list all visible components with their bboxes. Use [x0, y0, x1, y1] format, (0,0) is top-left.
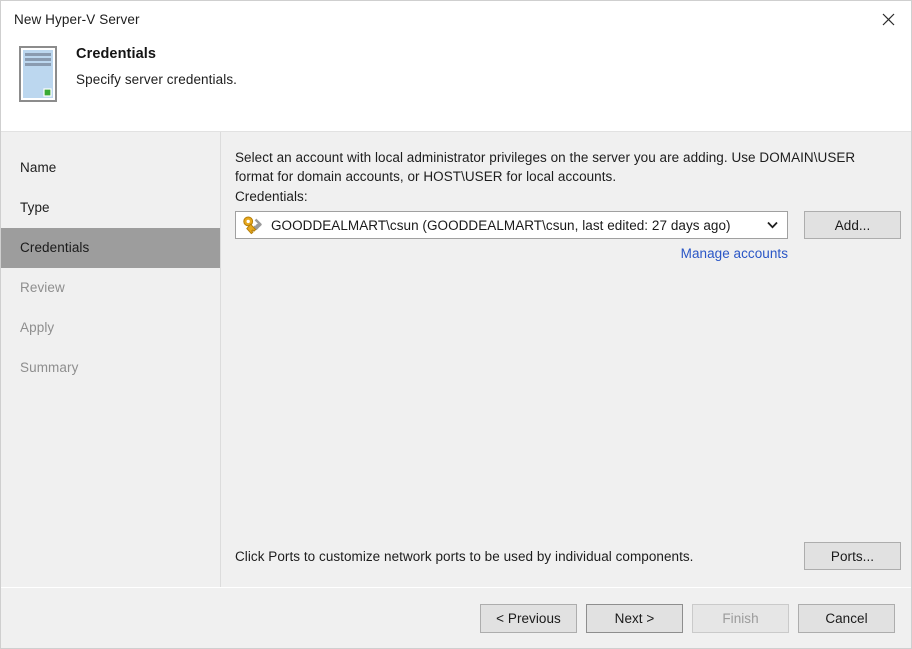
page-header: Credentials Specify server credentials.	[1, 38, 911, 131]
manage-accounts-row: Manage accounts	[235, 246, 788, 261]
add-credential-button[interactable]: Add...	[804, 211, 901, 239]
credentials-dropdown[interactable]: GOODDEALMART\csun (GOODDEALMART\csun, la…	[235, 211, 788, 239]
cancel-button[interactable]: Cancel	[798, 603, 895, 633]
page-subtitle: Specify server credentials.	[76, 72, 238, 87]
finish-button: Finish	[692, 603, 789, 633]
ports-button[interactable]: Ports...	[804, 542, 901, 570]
wizard-steps-sidebar: Name Type Credentials Review Apply Summa…	[1, 132, 221, 587]
sidebar-item-name[interactable]: Name	[1, 148, 220, 188]
credentials-value: GOODDEALMART\csun (GOODDEALMART\csun, la…	[271, 217, 731, 233]
main-content: Select an account with local administrat…	[221, 132, 912, 587]
chevron-down-icon[interactable]	[767, 212, 778, 238]
close-icon[interactable]	[865, 1, 911, 38]
credentials-row: GOODDEALMART\csun (GOODDEALMART\csun, la…	[235, 211, 901, 239]
wizard-window: New Hyper-V Server Credentials Specify s…	[0, 0, 912, 649]
instruction-text: Select an account with local administrat…	[235, 150, 856, 184]
ports-row: Click Ports to customize network ports t…	[235, 542, 901, 587]
title-bar: New Hyper-V Server	[1, 1, 911, 38]
sidebar-item-summary: Summary	[20, 360, 79, 375]
previous-button[interactable]: < Previous	[480, 603, 577, 633]
key-wrench-icon	[242, 215, 264, 235]
credentials-label: Credentials:	[235, 189, 308, 204]
body-area: Name Type Credentials Review Apply Summa…	[1, 131, 911, 587]
header-text-block: Credentials Specify server credentials.	[76, 46, 237, 87]
ports-description: Click Ports to customize network ports t…	[235, 548, 694, 564]
next-button[interactable]: Next >	[586, 603, 683, 633]
server-icon	[18, 46, 58, 102]
sidebar-item-type[interactable]: Type	[1, 188, 220, 228]
window-title: New Hyper-V Server	[14, 12, 140, 27]
sidebar-item-review: Review	[20, 280, 65, 295]
manage-accounts-link[interactable]: Manage accounts	[681, 246, 788, 261]
footer-button-bar: < Previous Next > Finish Cancel	[1, 587, 911, 648]
sidebar-item-apply: Apply	[20, 320, 55, 335]
sidebar-item-credentials[interactable]: Credentials	[1, 228, 220, 268]
page-title: Credentials	[76, 46, 157, 62]
